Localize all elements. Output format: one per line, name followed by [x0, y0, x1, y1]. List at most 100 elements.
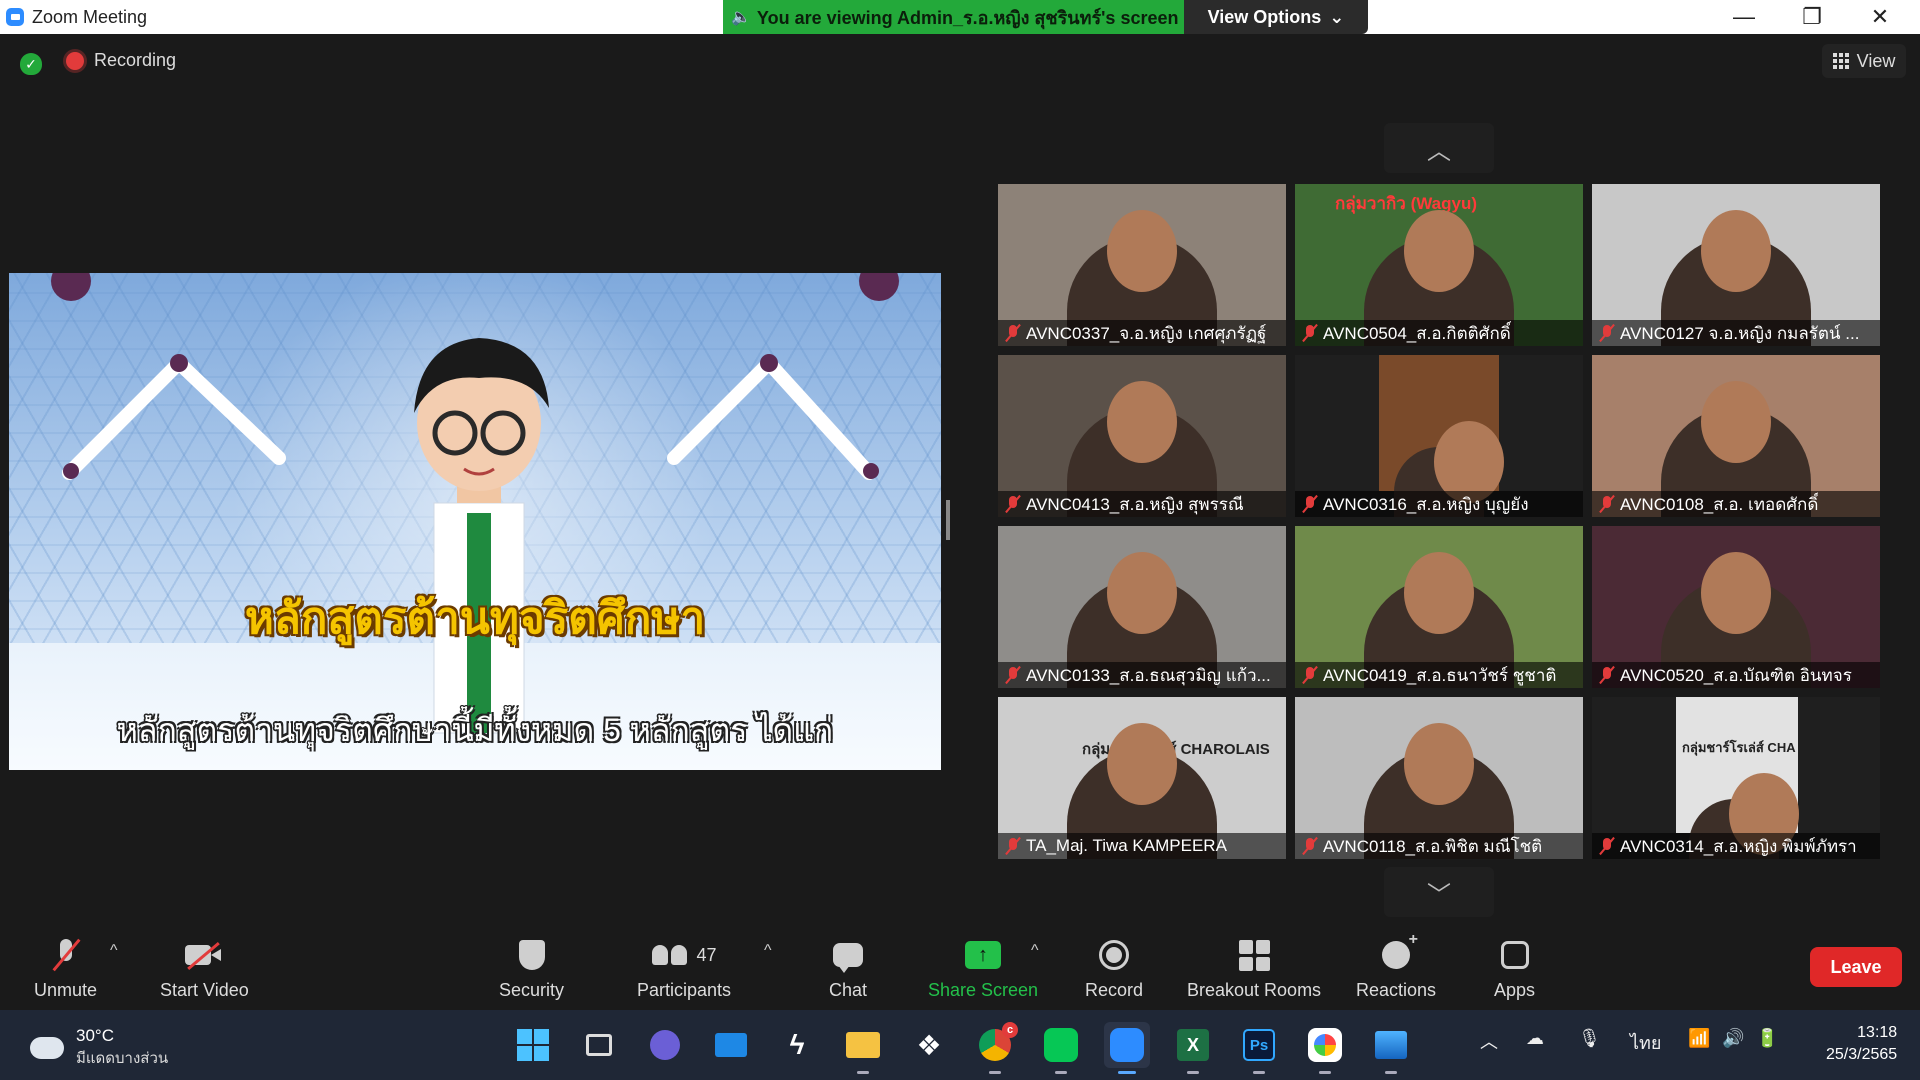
record-icon — [1099, 940, 1130, 970]
view-options-button[interactable]: View Options ⌄ — [1184, 0, 1368, 34]
zoom-logo-icon — [6, 8, 24, 26]
color-wheel-icon — [1308, 1028, 1342, 1062]
battery-icon[interactable]: 🔋 — [1756, 1028, 1778, 1049]
chat-button[interactable]: Chat — [829, 938, 867, 1001]
share-screen-button[interactable]: ↑ Share Screen — [928, 938, 1038, 1001]
participant-name-bar: TA_Maj. Tiwa KAMPEERA — [998, 833, 1286, 859]
recording-indicator[interactable]: Recording — [66, 50, 176, 71]
participant-name: AVNC0316_ส.อ.หญิง บุญยัง — [1323, 494, 1529, 514]
participant-tile[interactable]: AVNC0520_ส.อ.บัณฑิต อินทจร — [1592, 526, 1880, 688]
weather-condition: มีแดดบางส่วน — [76, 1050, 169, 1067]
shared-screen[interactable]: หลักสูตรต้านทุจริตศึกษา หลักสูตรต้านทุจร… — [9, 273, 941, 770]
excel-button[interactable]: X — [1170, 1022, 1216, 1074]
chrome-button[interactable]: c — [972, 1022, 1018, 1074]
split-resize-handle[interactable] — [946, 500, 950, 540]
excel-icon: X — [1177, 1029, 1209, 1061]
participant-tile[interactable]: AVNC0133_ส.อ.ธณสุวมิญ แก้ว... — [998, 526, 1286, 688]
view-button[interactable]: View — [1822, 44, 1906, 78]
robot-arm-left — [62, 356, 286, 480]
leave-button[interactable]: Leave — [1810, 947, 1902, 987]
start-video-label: Start Video — [160, 980, 249, 1000]
mail-button[interactable] — [708, 1022, 754, 1068]
app-pinned-button[interactable]: ϟ — [774, 1022, 820, 1068]
photos-viewer-button[interactable] — [1368, 1022, 1414, 1074]
security-label: Security — [499, 980, 565, 1000]
participant-name: AVNC0419_ส.อ.ธนาวัชร์ ชูชาติ — [1323, 665, 1557, 685]
zoom-taskbar-button[interactable] — [1104, 1022, 1150, 1074]
apps-button[interactable]: Apps — [1494, 938, 1535, 1001]
participant-tile[interactable]: AVNC0413_ส.อ.หญิง สุพรรณี — [998, 355, 1286, 517]
participant-tile[interactable]: AVNC0316_ส.อ.หญิง บุญยัง — [1295, 355, 1583, 517]
participant-tile[interactable]: กลุ่มชาร์โรเล่ส์ CHA AVNC0314_ส.อ.หญิง พ… — [1592, 697, 1880, 859]
mic-muted-icon — [1006, 666, 1020, 684]
volume-icon[interactable]: 🔊 — [1722, 1028, 1744, 1049]
minimize-button[interactable]: — — [1710, 0, 1778, 34]
share-options-caret[interactable]: ^ — [1031, 942, 1039, 960]
participant-tile[interactable]: กลุ่มชาร์โรเล่ส์ CHAROLAIS TA_Maj. Tiwa … — [998, 697, 1286, 859]
mic-muted-icon — [1303, 837, 1317, 855]
participant-name: AVNC0118_ส.อ.พิชิต มณีโชติ — [1323, 836, 1543, 856]
windows-taskbar: 30°C มีแดดบางส่วน ϟ ❖ c X Ps ︿ ☁ 🎙 ไทย 📶… — [0, 1010, 1920, 1080]
participant-tile[interactable]: AVNC0127 จ.อ.หญิง กมลรัตน์ ... — [1592, 184, 1880, 346]
windows-logo-icon — [517, 1029, 549, 1061]
mic-muted-icon — [1006, 837, 1020, 855]
gallery-next-page-button[interactable]: ﹀ — [1384, 867, 1494, 917]
video-off-icon — [185, 942, 223, 968]
weather-widget[interactable]: 30°C มีแดดบางส่วน — [24, 1026, 169, 1070]
chat-label: Chat — [829, 980, 868, 1000]
file-explorer-button[interactable] — [840, 1022, 886, 1074]
share-banner-text: You are viewing Admin_ร.อ.หญิง สุชรินทร์… — [756, 7, 1179, 28]
breakout-rooms-button[interactable]: Breakout Rooms — [1187, 938, 1321, 1001]
photoshop-icon: Ps — [1243, 1029, 1275, 1061]
chevron-down-icon: ⌄ — [1329, 6, 1345, 27]
unmute-button[interactable]: Unmute — [34, 938, 97, 1001]
participant-tile[interactable]: AVNC0337_จ.อ.หญิง เกศศุภรัฏฐ์ — [998, 184, 1286, 346]
line-button[interactable] — [1038, 1022, 1084, 1074]
mic-muted-icon — [1006, 324, 1020, 342]
taskbar-clock[interactable]: 13:18 25/3/2565 — [1826, 1022, 1897, 1066]
record-button[interactable]: Record — [1085, 938, 1143, 1001]
lab-illustration — [51, 273, 899, 734]
gallery-prev-page-button[interactable]: ︿ — [1384, 123, 1494, 173]
image-icon — [1375, 1031, 1407, 1059]
meeting-toolbar: Unmute ^ Start Video Security 47 Partici… — [0, 918, 1920, 1010]
audio-options-caret[interactable]: ^ — [110, 942, 118, 960]
start-video-button[interactable]: Start Video — [160, 938, 249, 1001]
participant-tile[interactable]: AVNC0419_ส.อ.ธนาวัชร์ ชูชาติ — [1295, 526, 1583, 688]
doctor-character — [414, 338, 549, 734]
microphone-tray-icon[interactable]: 🎙 — [1578, 1028, 1601, 1049]
encryption-shield-icon[interactable]: ✓ — [20, 53, 42, 75]
microphone-muted-icon — [55, 939, 77, 971]
participant-name-bar: AVNC0337_จ.อ.หญิง เกศศุภรัฏฐ์ — [998, 320, 1286, 346]
participant-gallery: AVNC0337_จ.อ.หญิง เกศศุภรัฏฐ์ กลุ่มวากิว… — [998, 184, 1880, 859]
participant-tile[interactable]: AVNC0108_ส.อ. เทอดศักดิ์ — [1592, 355, 1880, 517]
participant-name-bar: AVNC0419_ส.อ.ธนาวัชร์ ชูชาติ — [1295, 662, 1583, 688]
participants-button[interactable]: 47 Participants — [637, 938, 731, 1001]
participant-tile[interactable]: กลุ่มวากิว (Wagyu) AVNC0504_ส.อ.กิตติศัก… — [1295, 184, 1583, 346]
onedrive-cloud-icon[interactable]: ☁ — [1526, 1028, 1544, 1049]
close-button[interactable]: ✕ — [1846, 0, 1914, 34]
lightning-app-icon: ϟ — [789, 1029, 805, 1060]
participants-options-caret[interactable]: ^ — [764, 942, 772, 960]
line-app-icon — [1044, 1028, 1078, 1062]
input-language-indicator[interactable]: ไทย — [1630, 1028, 1661, 1057]
participant-name: AVNC0108_ส.อ. เทอดศักดิ์ — [1620, 494, 1819, 514]
dropbox-button[interactable]: ❖ — [906, 1022, 952, 1068]
teams-chat-button[interactable] — [642, 1022, 688, 1068]
photos-app-button[interactable] — [1302, 1022, 1348, 1074]
participant-tile[interactable]: AVNC0118_ส.อ.พิชิต มณีโชติ — [1295, 697, 1583, 859]
participant-name-bar: AVNC0127 จ.อ.หญิง กมลรัตน์ ... — [1592, 320, 1880, 346]
reactions-emoji-icon — [1382, 931, 1418, 969]
security-button[interactable]: Security — [499, 938, 564, 1001]
photoshop-button[interactable]: Ps — [1236, 1022, 1282, 1074]
tray-overflow-chevron-icon[interactable]: ︿ — [1480, 1028, 1498, 1054]
reactions-button[interactable]: Reactions — [1356, 931, 1436, 1001]
task-view-button[interactable] — [576, 1022, 622, 1068]
share-viewing-banner: 🔈 You are viewing Admin_ร.อ.หญิง สุชรินท… — [723, 0, 1184, 34]
clock-date: 25/3/2565 — [1826, 1046, 1898, 1063]
mic-muted-icon — [1600, 324, 1614, 342]
maximize-button[interactable]: ❐ — [1778, 0, 1846, 34]
wifi-icon[interactable]: 📶 — [1688, 1028, 1710, 1049]
shield-icon — [518, 940, 545, 970]
start-menu-button[interactable] — [510, 1022, 556, 1068]
